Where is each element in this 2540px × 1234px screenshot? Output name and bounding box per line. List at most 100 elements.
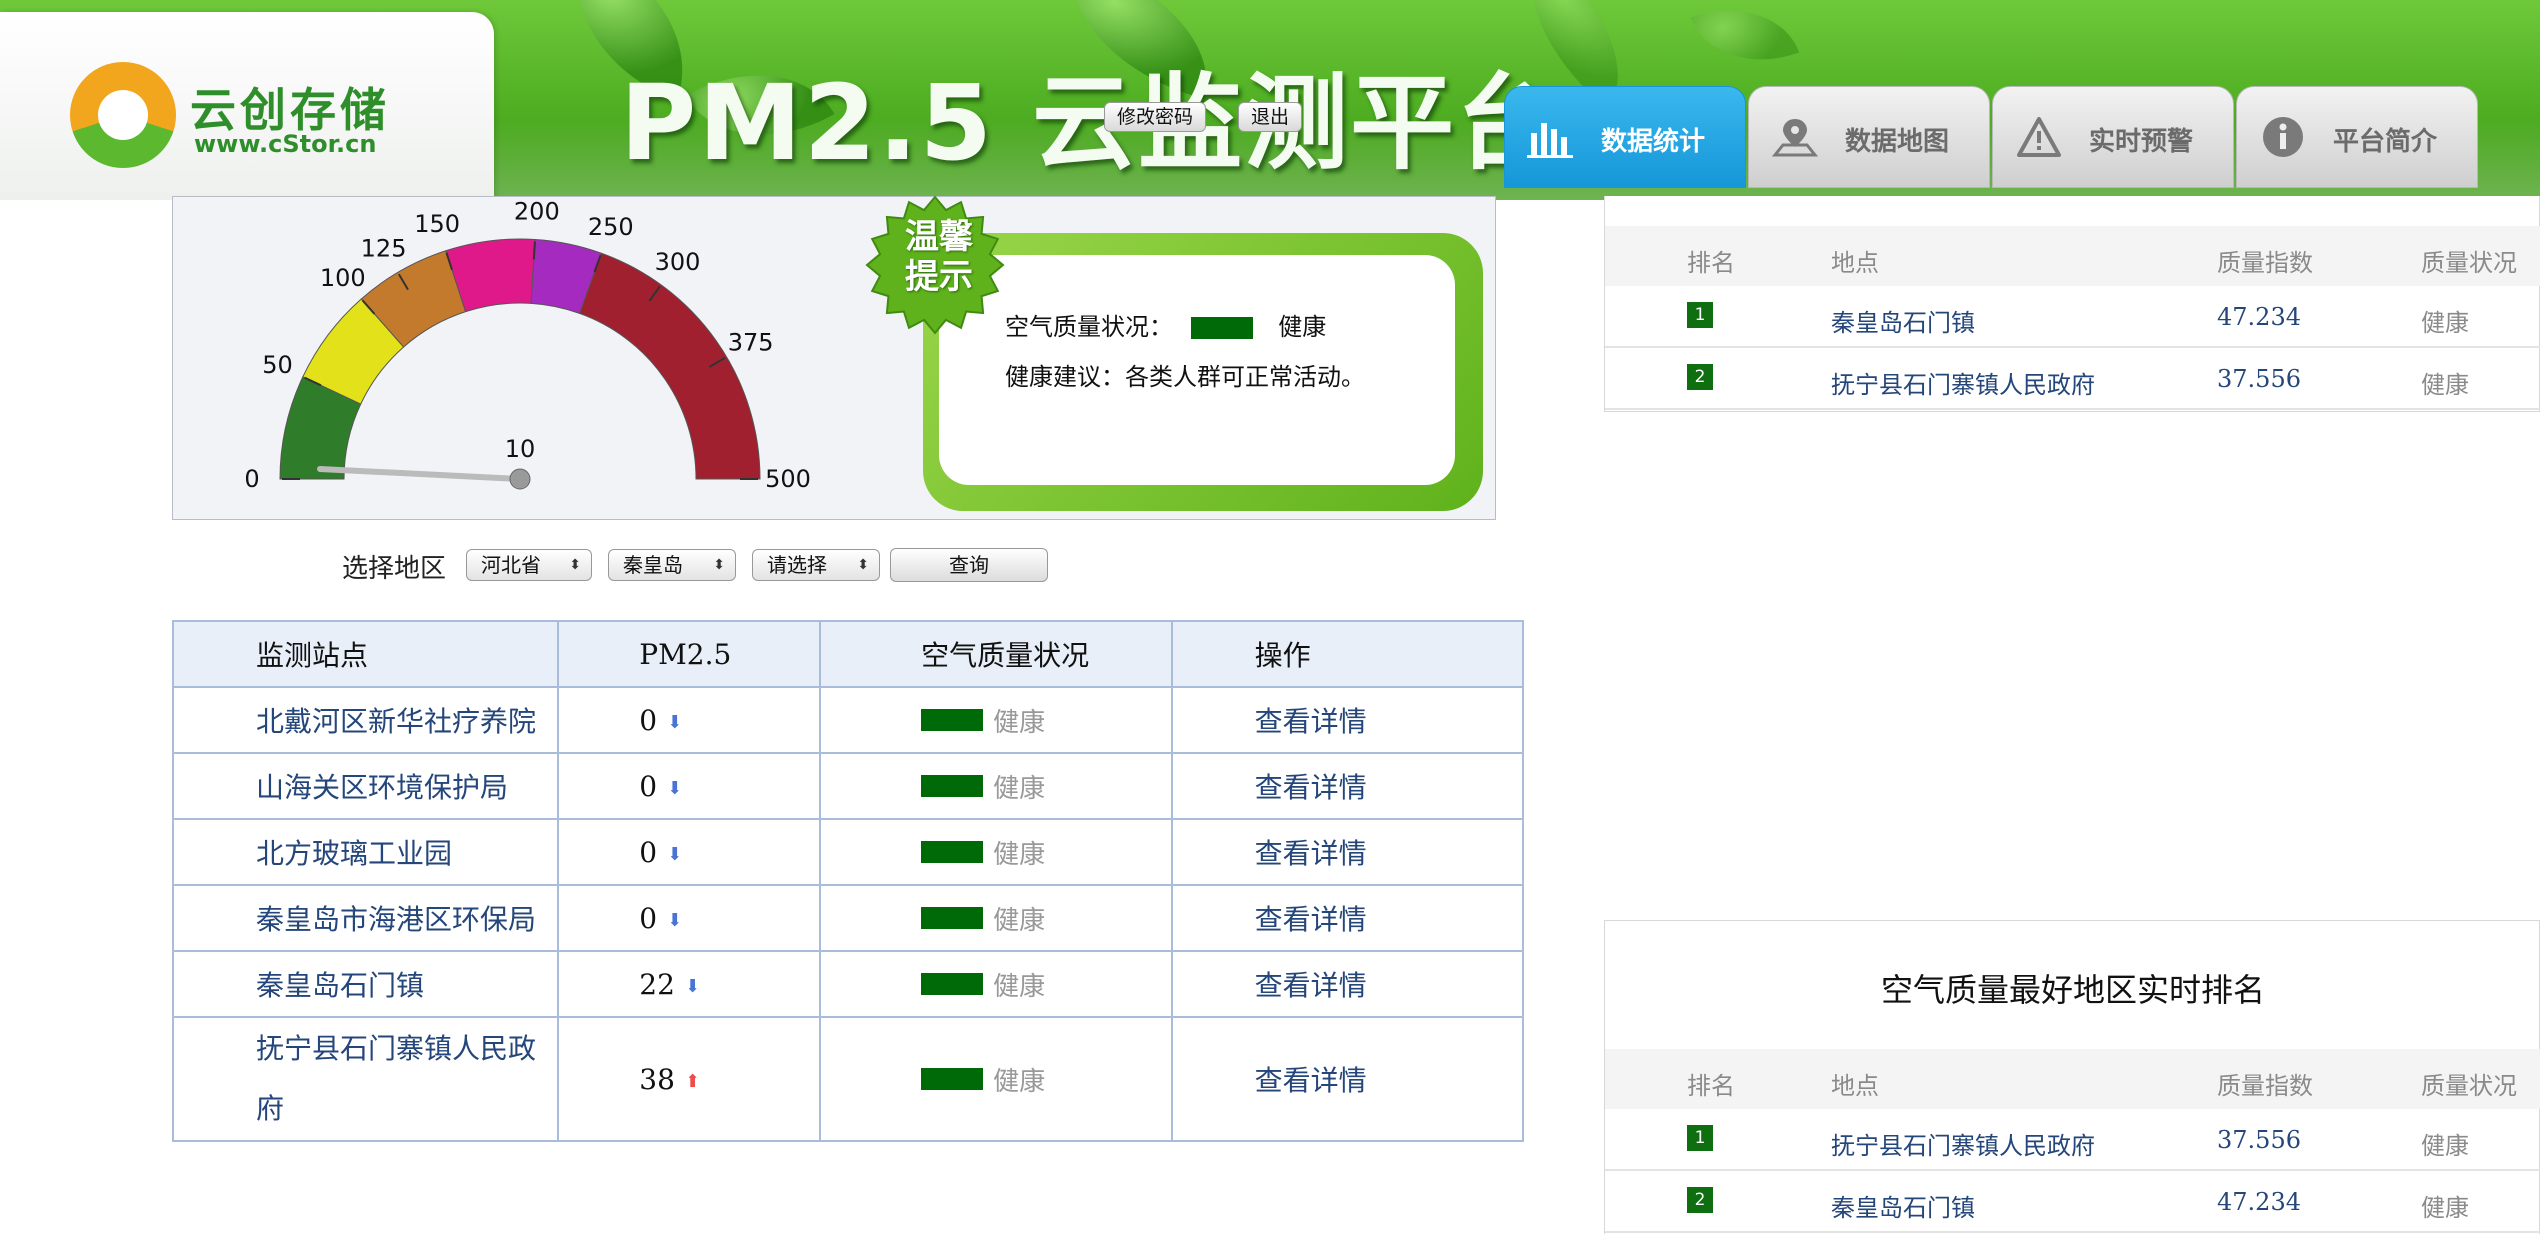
rank-status: 健康: [2421, 1132, 2469, 1160]
arrow-down-icon: ⬇: [667, 843, 683, 865]
col-header-action: 操作: [1170, 620, 1525, 688]
gauge-band: [578, 252, 761, 480]
view-details-link[interactable]: 查看详情: [1170, 950, 1525, 1018]
health-advice: 健康建议：各类人群可正常活动。: [1005, 363, 1365, 391]
aq-color-swatch: [1190, 317, 1253, 339]
region-label: 选择地区: [342, 554, 447, 584]
tab-realtime-alert[interactable]: 实时预警: [1992, 86, 2234, 188]
view-details-link[interactable]: 查看详情: [1170, 1016, 1525, 1142]
rank-status: 健康: [2421, 371, 2469, 399]
tab-label: 实时预警: [2089, 127, 2194, 157]
aq-status-text: 健康: [993, 971, 1046, 1002]
gauge-panel: 0 50 100 125 150 200 250 300 375 500 10 温馨提示 空气质量状…: [172, 195, 1496, 520]
table-row: 秦皇岛市海港区环保局 0 ⬇ 健康 查看详情: [171, 884, 1525, 952]
logo-url: www.cStor.cn: [194, 130, 377, 158]
pm25-cell: 38 ⬆: [557, 1016, 822, 1142]
tab-label: 数据统计: [1601, 127, 1706, 157]
rank-header-row: 排名 地点 质量指数 质量状况: [1605, 1049, 2540, 1109]
rank-status: 健康: [2421, 1194, 2469, 1222]
pm25-cell: 0 ⬇: [557, 752, 822, 820]
station-table: 监测站点 PM2.5 空气质量状况 操作 北戴河区新华社疗养院 0 ⬇ 健康 查看详情山…: [171, 620, 1525, 1142]
aq-status-text: 健康: [993, 1066, 1046, 1097]
rank-place-link[interactable]: 抚宁县石门寨镇人民政府: [1831, 365, 2095, 400]
aq-status-cell: 健康: [819, 752, 1173, 820]
rank-header-place: 地点: [1831, 1072, 1879, 1100]
aq-status-cell: 健康: [819, 950, 1173, 1018]
station-name-link[interactable]: 抚宁县石门寨镇人民政府: [171, 1016, 560, 1142]
bar-chart-icon: [1527, 123, 1573, 158]
rank-header-index: 质量指数: [2217, 1072, 2313, 1100]
station-name-link[interactable]: 秦皇岛市海港区环保局: [171, 884, 560, 952]
rank-header-index: 质量指数: [2217, 249, 2313, 277]
rank-place-link[interactable]: 秦皇岛石门镇: [1831, 1188, 1975, 1223]
aq-color-swatch: [921, 973, 984, 995]
pm25-value: 0: [639, 835, 658, 869]
gauge-tick-label: 250: [588, 213, 634, 241]
table-row: 北方玻璃工业园 0 ⬇ 健康 查看详情: [171, 818, 1525, 886]
rank-header-status: 质量状况: [2421, 249, 2517, 277]
gauge-tick-label: 375: [728, 329, 774, 357]
gauge-tick-label: 200: [514, 198, 560, 226]
city-value: 秦皇岛: [623, 553, 683, 577]
col-header-station: 监测站点: [171, 620, 560, 688]
aq-status-text: 健康: [993, 839, 1046, 870]
rank-index-value: 37.556: [2217, 365, 2301, 393]
aq-status-line: 空气质量状况： 健康: [1005, 307, 1326, 342]
aq-color-swatch: [921, 907, 984, 929]
gauge-tick-label: 100: [320, 264, 366, 292]
pm25-value: 38: [639, 1062, 675, 1096]
table-header-row: 监测站点 PM2.5 空气质量状况 操作: [171, 620, 1525, 688]
rank-row: 1 秦皇岛石门镇 47.234 健康: [1605, 286, 2540, 348]
station-name-link[interactable]: 秦皇岛石门镇: [171, 950, 560, 1018]
view-details-link[interactable]: 查看详情: [1170, 686, 1525, 754]
tab-platform-intro[interactable]: 平台简介: [2236, 86, 2478, 188]
table-row: 秦皇岛石门镇 22 ⬇ 健康 查看详情: [171, 950, 1525, 1018]
tip-badge-icon: 温馨提示: [865, 195, 1005, 335]
table-row: 北戴河区新华社疗养院 0 ⬇ 健康 查看详情: [171, 686, 1525, 754]
district-value: 请选择: [767, 553, 827, 577]
logo-icon: [70, 62, 176, 168]
rank-number-badge: 1: [1687, 302, 1713, 328]
pm25-value: 0: [639, 703, 658, 737]
station-name-link[interactable]: 北方玻璃工业园: [171, 818, 560, 886]
change-password-button[interactable]: 修改密码: [1104, 102, 1207, 132]
rank-place-link[interactable]: 秦皇岛石门镇: [1831, 303, 1975, 338]
tab-data-statistics[interactable]: 数据统计: [1504, 86, 1746, 188]
arrow-up-icon: ⬆: [684, 1070, 701, 1092]
view-details-link[interactable]: 查看详情: [1170, 818, 1525, 886]
district-select[interactable]: 请选择 ⬍: [752, 549, 880, 581]
rank-index-value: 47.234: [2217, 1188, 2301, 1216]
leaf-decoration: [1690, 0, 1800, 84]
rank-header-row: 排名 地点 质量指数 质量状况: [1605, 226, 2540, 286]
rank-row: 1 抚宁县石门寨镇人民政府 37.556 健康: [1605, 1109, 2540, 1171]
pm25-gauge: 0 50 100125150 200 250 300 375 500 10: [244, 198, 811, 493]
tab-data-map[interactable]: 数据地图: [1748, 86, 1990, 188]
aq-status-cell: 健康: [819, 884, 1173, 952]
aq-color-swatch: [921, 841, 984, 863]
table-row: 山海关区环境保护局 0 ⬇ 健康 查看详情: [171, 752, 1525, 820]
query-button[interactable]: 查询: [890, 548, 1048, 582]
rank-status: 健康: [2421, 309, 2469, 337]
province-select[interactable]: 河北省 ⬍: [466, 549, 592, 581]
rank-place-link[interactable]: 抚宁县石门寨镇人民政府: [1831, 1126, 2095, 1161]
arrow-down-icon: ⬇: [667, 711, 683, 733]
station-name-link[interactable]: 山海关区环境保护局: [171, 752, 560, 820]
logout-button[interactable]: 退出: [1238, 102, 1303, 132]
aq-status-cell: 健康: [819, 1016, 1173, 1142]
rank-row: 2 秦皇岛石门镇 47.234 健康: [1605, 1171, 2540, 1233]
logo-panel: 云创存储 www.cStor.cn: [0, 12, 494, 200]
gauge-tick-label: 0: [244, 465, 259, 493]
view-details-link[interactable]: 查看详情: [1170, 884, 1525, 952]
pm25-cell: 0 ⬇: [557, 818, 822, 886]
pm25-value: 0: [639, 769, 658, 803]
rank-row: 2 抚宁县石门寨镇人民政府 37.556 健康: [1605, 348, 2540, 410]
gauge-tick-label: 500: [765, 465, 811, 493]
col-header-pm25: PM2.5: [557, 620, 822, 688]
city-select[interactable]: 秦皇岛 ⬍: [608, 549, 736, 581]
station-name-link[interactable]: 北戴河区新华社疗养院: [171, 686, 560, 754]
view-details-link[interactable]: 查看详情: [1170, 752, 1525, 820]
arrow-down-icon: ⬇: [667, 909, 683, 931]
province-value: 河北省: [481, 553, 541, 577]
gauge-hub: [509, 468, 531, 490]
pm25-cell: 0 ⬇: [557, 884, 822, 952]
